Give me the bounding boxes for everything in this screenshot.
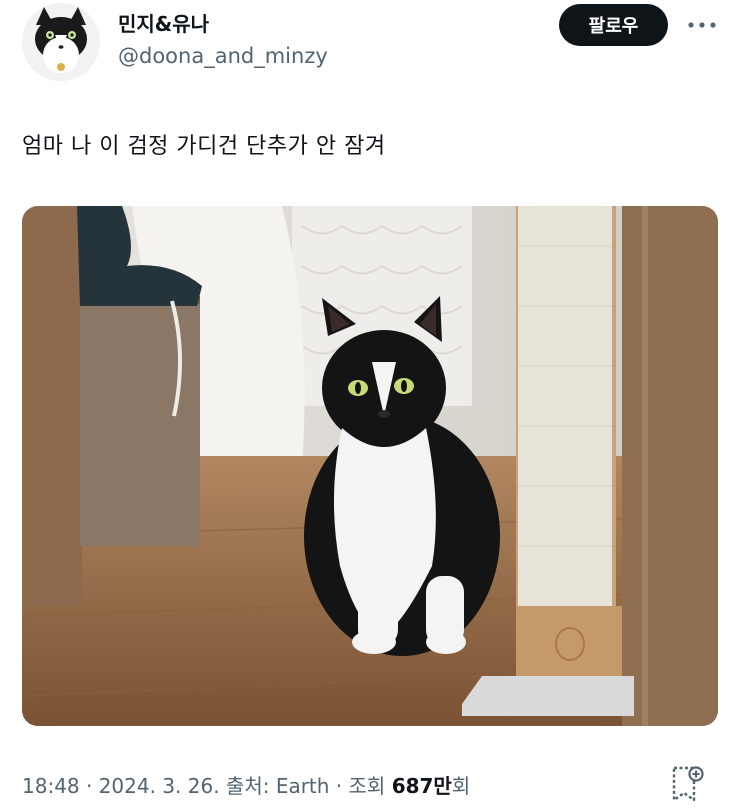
tweet-media[interactable] xyxy=(22,206,718,726)
avatar[interactable] xyxy=(22,3,100,81)
timestamp-and-source[interactable]: 18:48 · 2024. 3. 26. 출처: Earth · 조회 xyxy=(22,774,392,798)
follow-button[interactable]: 팔로우 xyxy=(559,4,668,46)
more-icon xyxy=(688,22,716,28)
tweet-text: 엄마 나 이 검정 가디건 단추가 안 잠겨 xyxy=(22,134,386,159)
tweet-meta: 18:48 · 2024. 3. 26. 출처: Earth · 조회 687만… xyxy=(22,770,470,799)
cat-photo xyxy=(22,206,718,726)
bookmark-button[interactable] xyxy=(668,764,704,804)
cat-avatar-icon xyxy=(22,3,100,81)
author-display-name[interactable]: 민지&유나 xyxy=(118,8,209,37)
bookmark-icon xyxy=(672,766,704,802)
views-count: 687만 xyxy=(391,774,452,798)
more-button[interactable] xyxy=(682,12,722,38)
author-handle[interactable]: @doona_and_minzy xyxy=(118,44,328,68)
views-suffix: 회 xyxy=(451,774,471,798)
tweet-header: 민지&유나 @doona_and_minzy 팔로우 xyxy=(0,0,740,90)
